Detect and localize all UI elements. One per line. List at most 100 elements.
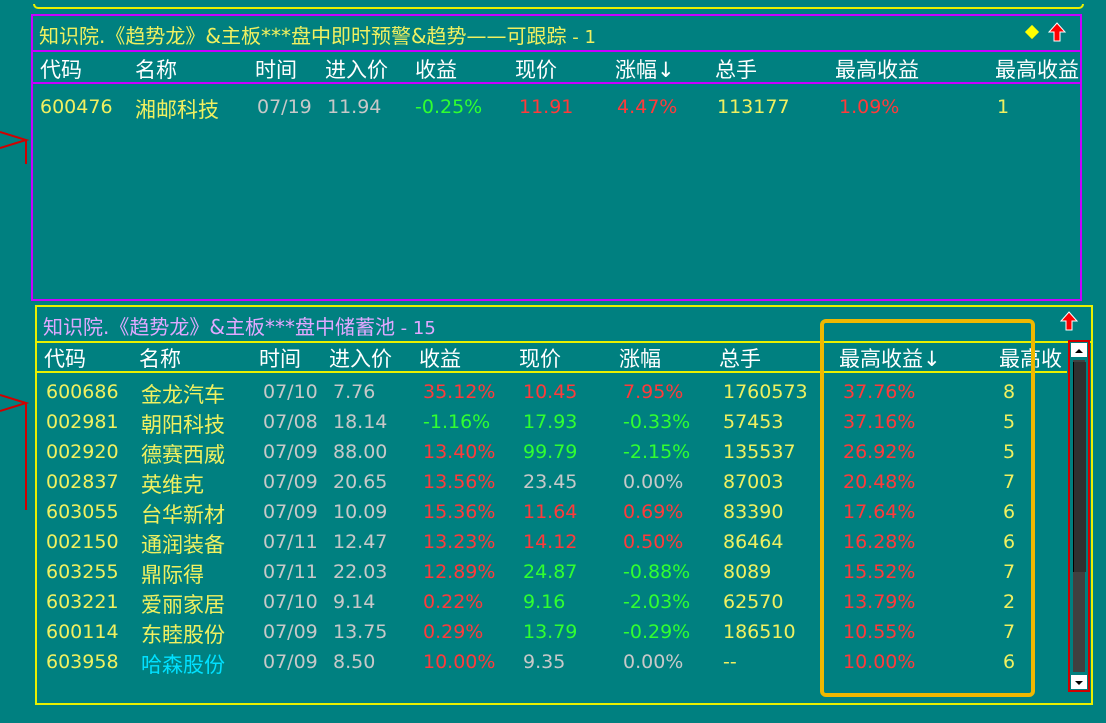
- cell-gain: 10.00%: [423, 651, 496, 673]
- header-divider-bottom: [33, 82, 1080, 84]
- col-max-gain-2[interactable]: 最高收益: [995, 54, 1080, 84]
- cell-price: 17.93: [523, 411, 578, 433]
- cell-gain: 13.40%: [423, 441, 496, 463]
- cell-volume: 1760573: [723, 381, 808, 403]
- cell-time: 07/11: [263, 531, 318, 553]
- table-row[interactable]: 600476 湘邮科技 07/19 11.94 -0.25% 11.91 4.4…: [33, 96, 1080, 122]
- panel-title-text: 知识院.《趋势龙》&主板***盘中即时预警&趋势——可跟踪: [39, 24, 567, 48]
- cell-change: -2.03%: [623, 591, 691, 613]
- cell-name: 哈森股份: [141, 653, 225, 677]
- cell-price: 10.45: [523, 381, 578, 403]
- col-name[interactable]: 名称: [135, 54, 177, 84]
- cell-name: 东睦股份: [141, 623, 225, 647]
- red-up-arrow-icon[interactable]: [1060, 311, 1078, 331]
- edge-arrow-marker-top: [0, 131, 30, 164]
- vertical-scrollbar[interactable]: [1068, 340, 1090, 692]
- alert-table-header: 代码 名称 时间 进入价 收益 现价 涨幅↓ 总手 最高收益 最高收益: [33, 54, 1080, 84]
- red-up-arrow-icon[interactable]: [1048, 22, 1066, 42]
- alert-panel: 知识院.《趋势龙》&主板***盘中即时预警&趋势——可跟踪 - 1 代码 名称 …: [31, 14, 1082, 301]
- cell-time: 07/08: [263, 411, 318, 433]
- cell-volume: 186510: [723, 621, 796, 643]
- cell-price: 23.45: [523, 471, 578, 493]
- cell-code: 600114: [46, 621, 119, 643]
- edge-arrow-marker-bottom: [0, 394, 30, 510]
- col-volume[interactable]: 总手: [715, 54, 757, 84]
- col-price[interactable]: 现价: [519, 343, 561, 373]
- cell-volume: 8089: [723, 561, 772, 583]
- col-name[interactable]: 名称: [139, 343, 181, 373]
- triangle-down-icon: [1075, 681, 1083, 685]
- cell-name: 台华新材: [141, 503, 225, 527]
- cell-price: 24.87: [523, 561, 578, 583]
- cell-change: -0.33%: [623, 411, 691, 433]
- col-price[interactable]: 现价: [515, 54, 557, 84]
- panel-title-text: 知识院.《趋势龙》&主板***盘中储蓄池: [43, 315, 395, 339]
- cell-gain: 0.29%: [423, 621, 484, 643]
- col-entry-price[interactable]: 进入价: [329, 343, 392, 373]
- cell-gain: 13.56%: [423, 471, 496, 493]
- cell-code: 600686: [46, 381, 119, 403]
- cell-volume: 135537: [723, 441, 796, 463]
- cell-price: 13.79: [523, 621, 578, 643]
- cell-price: 11.64: [523, 501, 578, 523]
- cell-entry: 13.75: [333, 621, 388, 643]
- cell-name: 朝阳科技: [141, 413, 225, 437]
- scroll-thumb[interactable]: [1073, 362, 1086, 572]
- max-gain-highlight-box: [820, 319, 1035, 697]
- col-code[interactable]: 代码: [40, 54, 82, 84]
- cell-entry: 10.09: [333, 501, 388, 523]
- cell-code: 603255: [46, 561, 119, 583]
- cell-code: 603055: [46, 501, 119, 523]
- col-time[interactable]: 时间: [255, 54, 297, 84]
- col-change[interactable]: 涨幅↓: [615, 54, 675, 84]
- cell-gain: 0.22%: [423, 591, 484, 613]
- cell-change: 0.00%: [623, 471, 684, 493]
- diamond-icon[interactable]: [1024, 24, 1040, 40]
- cell-entry: 9.14: [333, 591, 376, 613]
- cell-change: 0.69%: [623, 501, 684, 523]
- cell-time: 07/10: [263, 591, 318, 613]
- panel-count: - 1: [566, 27, 596, 48]
- cell-change: 7.95%: [623, 381, 684, 403]
- cell-code: 600476: [40, 96, 113, 118]
- cell-price: 9.35: [523, 651, 566, 673]
- cell-name: 鼎际得: [141, 563, 204, 587]
- cell-change: 4.47%: [617, 96, 678, 118]
- cell-entry: 22.03: [333, 561, 388, 583]
- cell-gain: 35.12%: [423, 381, 496, 403]
- cell-name: 湘邮科技: [135, 98, 219, 122]
- cell-entry: 18.14: [333, 411, 388, 433]
- col-gain[interactable]: 收益: [415, 54, 457, 84]
- col-change[interactable]: 涨幅: [619, 343, 661, 373]
- cell-volume: --: [723, 651, 737, 673]
- scroll-down-button[interactable]: [1071, 675, 1087, 689]
- cell-price: 14.12: [523, 531, 578, 553]
- cell-name: 德赛西威: [141, 443, 225, 467]
- cell-days: 1: [997, 96, 1010, 118]
- cell-gain: 12.89%: [423, 561, 496, 583]
- panel-count: - 15: [394, 318, 436, 339]
- header-divider: [33, 50, 1080, 52]
- col-code[interactable]: 代码: [44, 343, 86, 373]
- cell-change: 0.50%: [623, 531, 684, 553]
- cell-volume: 57453: [723, 411, 784, 433]
- scroll-up-button[interactable]: [1071, 343, 1087, 357]
- col-time[interactable]: 时间: [259, 343, 301, 373]
- cell-time: 07/10: [263, 381, 318, 403]
- cell-time: 07/09: [263, 651, 318, 673]
- cell-gain: -1.16%: [423, 411, 491, 433]
- cell-entry: 8.50: [333, 651, 376, 673]
- cell-code: 603221: [46, 591, 119, 613]
- col-entry-price[interactable]: 进入价: [325, 54, 388, 84]
- cell-change: -0.29%: [623, 621, 691, 643]
- cell-code: 002150: [46, 531, 119, 553]
- cell-code: 002981: [46, 411, 119, 433]
- col-volume[interactable]: 总手: [719, 343, 761, 373]
- cell-change: -2.15%: [623, 441, 691, 463]
- col-max-gain[interactable]: 最高收益: [835, 54, 919, 84]
- cell-volume: 86464: [723, 531, 784, 553]
- cell-time: 07/09: [263, 621, 318, 643]
- col-gain[interactable]: 收益: [419, 343, 461, 373]
- cell-price: 9.16: [523, 591, 566, 613]
- cell-entry: 7.76: [333, 381, 376, 403]
